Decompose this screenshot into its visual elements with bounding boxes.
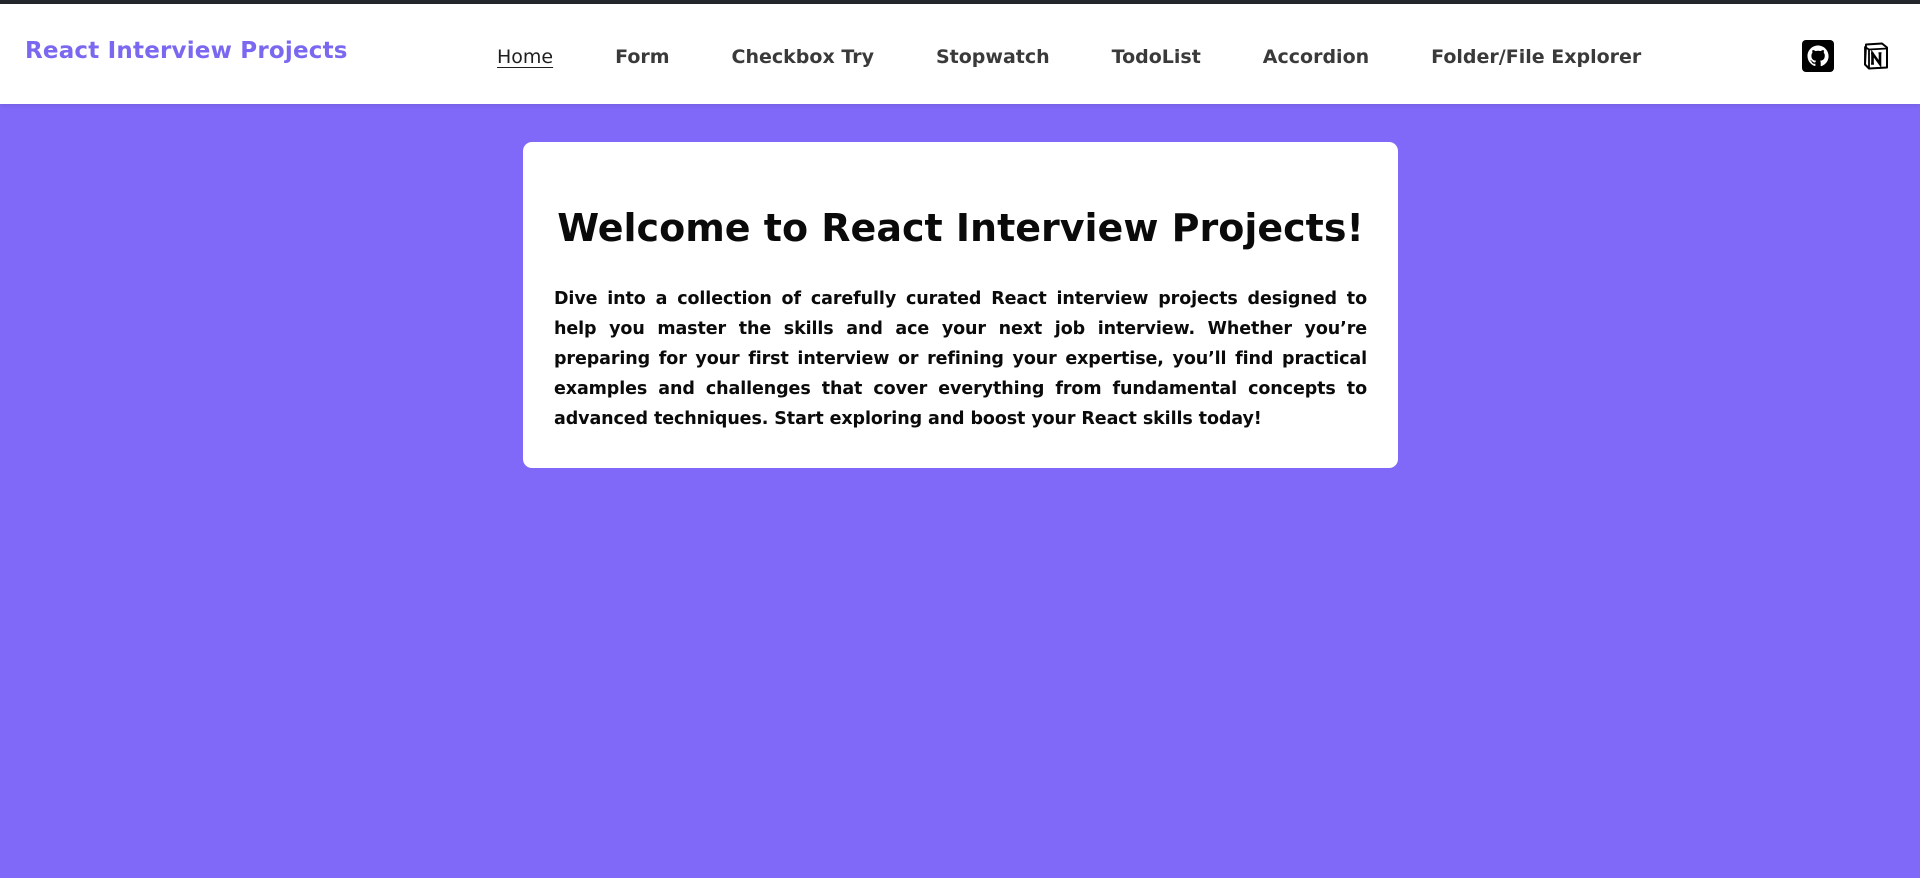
nav-link-home[interactable]: Home (497, 46, 553, 68)
navbar: React Interview Projects Home Form Check… (0, 4, 1920, 104)
github-link[interactable] (1802, 40, 1834, 72)
brand-logo-link[interactable]: React Interview Projects (25, 38, 348, 64)
notion-link[interactable] (1860, 40, 1892, 72)
welcome-title: Welcome to React Interview Projects! (557, 206, 1364, 250)
github-icon (1802, 40, 1834, 72)
welcome-description: Dive into a collection of carefully cura… (554, 289, 1367, 429)
nav-link-folder-file-explorer[interactable]: Folder/File Explorer (1431, 46, 1641, 68)
welcome-card: Welcome to React Interview Projects! Div… (523, 142, 1398, 468)
notion-icon (1864, 42, 1888, 70)
nav-link-stopwatch[interactable]: Stopwatch (936, 46, 1050, 68)
nav-link-checkbox-try[interactable]: Checkbox Try (732, 46, 874, 68)
nav-link-form[interactable]: Form (615, 46, 669, 68)
nav-link-todolist[interactable]: TodoList (1112, 46, 1201, 68)
nav-link-accordion[interactable]: Accordion (1263, 46, 1369, 68)
nav-links: Home Form Checkbox Try Stopwatch TodoLis… (497, 42, 1641, 72)
